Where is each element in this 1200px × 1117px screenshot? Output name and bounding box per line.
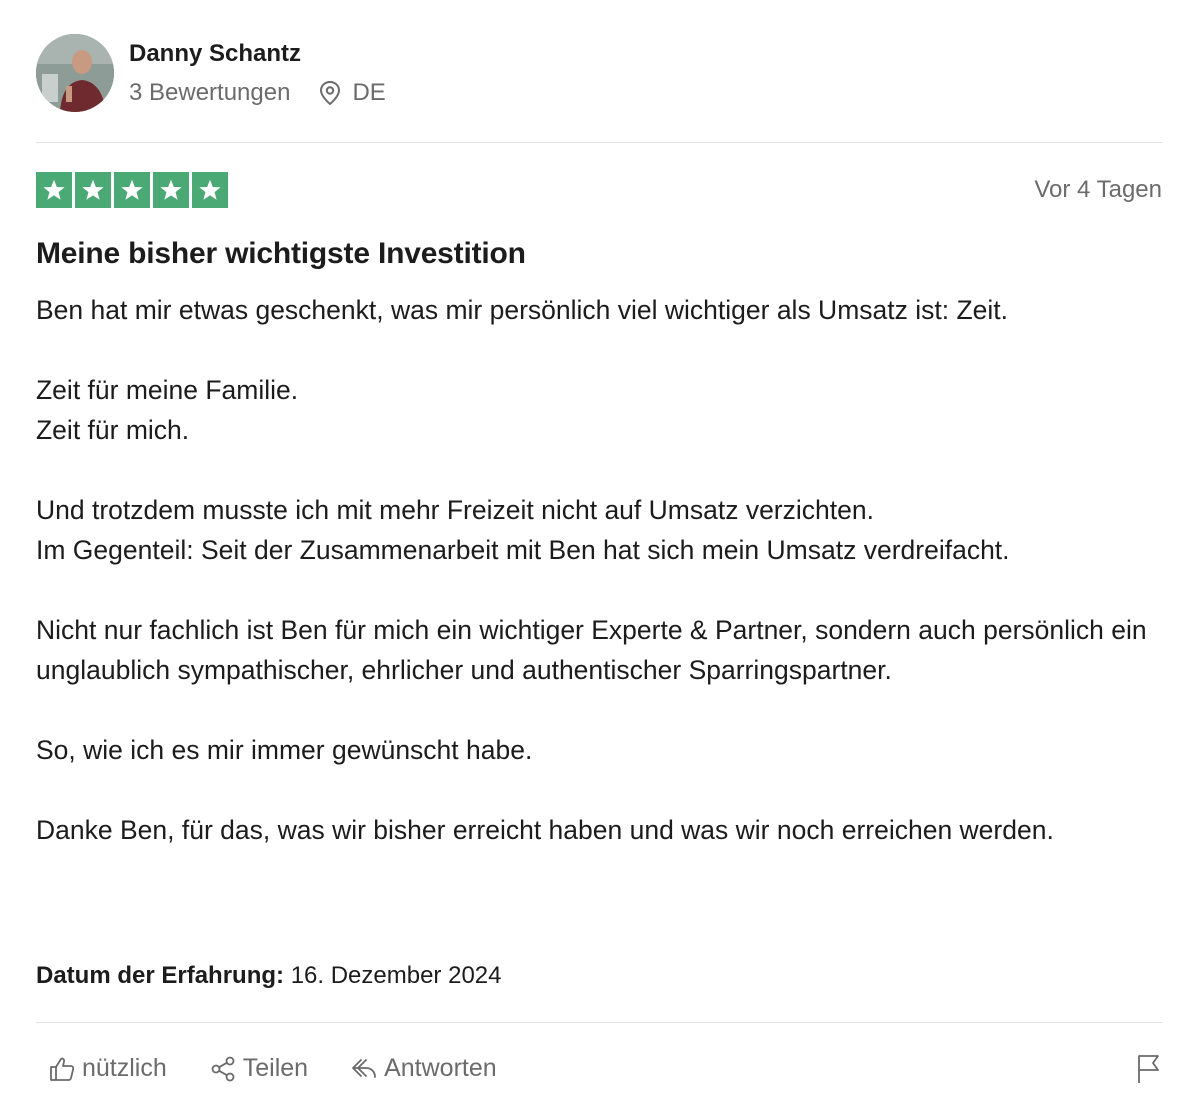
review-line: Nicht nur fachlich ist Ben für mich ein … xyxy=(36,615,1147,685)
thumbs-up-icon xyxy=(50,1057,75,1081)
divider xyxy=(36,1022,1162,1023)
review-card: Danny Schantz 3 Bewertungen DE Vor 4 Tag… xyxy=(36,0,1162,1117)
star-icon xyxy=(75,172,111,208)
report-button[interactable] xyxy=(1136,1053,1162,1090)
star-icon xyxy=(114,172,150,208)
reviewer-location: DE xyxy=(318,79,386,107)
divider xyxy=(36,142,1162,143)
reply-button[interactable]: Antworten xyxy=(350,1054,497,1083)
star-rating xyxy=(36,172,228,208)
reviewer-meta: 3 Bewertungen DE xyxy=(129,79,386,107)
share-icon xyxy=(211,1056,235,1081)
review-paragraph: Und trotzdem musste ich mit mehr Freizei… xyxy=(36,490,1162,570)
review-actions: nützlich Teilen Antworten xyxy=(48,1054,539,1083)
location-pin-icon xyxy=(320,80,341,106)
reviewer-name[interactable]: Danny Schantz xyxy=(129,40,301,68)
reply-icon xyxy=(352,1058,376,1078)
flag-icon xyxy=(1138,1055,1159,1083)
review-line: Im Gegenteil: Seit der Zusammenarbeit mi… xyxy=(36,535,1010,565)
review-paragraph: So, wie ich es mir immer gewünscht habe. xyxy=(36,730,1162,770)
review-body: Ben hat mir etwas geschenkt, was mir per… xyxy=(36,290,1162,890)
useful-label: nützlich xyxy=(82,1054,167,1082)
review-line: Zeit für mich. xyxy=(36,415,190,445)
review-line: Danke Ben, für das, was wir bisher errei… xyxy=(36,815,1054,845)
review-paragraph: Nicht nur fachlich ist Ben für mich ein … xyxy=(36,610,1162,690)
review-line: Ben hat mir etwas geschenkt, was mir per… xyxy=(36,295,1008,325)
reviews-count: 3 Bewertungen xyxy=(129,79,291,106)
review-line: Zeit für meine Familie. xyxy=(36,375,299,405)
avatar[interactable] xyxy=(36,34,114,112)
reply-label: Antworten xyxy=(384,1054,497,1082)
reviewer-country: DE xyxy=(352,79,386,106)
review-line: Und trotzdem musste ich mit mehr Freizei… xyxy=(36,495,874,525)
experience-date-value: 16. Dezember 2024 xyxy=(290,962,502,989)
share-label: Teilen xyxy=(242,1054,309,1082)
experience-label: Datum der Erfahrung: xyxy=(36,962,285,989)
share-button[interactable]: Teilen xyxy=(209,1054,308,1083)
star-icon xyxy=(192,172,228,208)
star-icon xyxy=(153,172,189,208)
review-paragraph: Zeit für meine Familie. Zeit für mich. xyxy=(36,370,1162,450)
useful-button[interactable]: nützlich xyxy=(48,1054,167,1083)
experience-date: Datum der Erfahrung: 16. Dezember 2024 xyxy=(36,962,501,990)
star-icon xyxy=(36,172,72,208)
review-paragraph: Ben hat mir etwas geschenkt, was mir per… xyxy=(36,290,1162,330)
review-line: So, wie ich es mir immer gewünscht habe. xyxy=(36,735,533,765)
review-title[interactable]: Meine bisher wichtigste Investition xyxy=(36,237,526,271)
review-paragraph: Danke Ben, für das, was wir bisher errei… xyxy=(36,810,1162,850)
review-date: Vor 4 Tagen xyxy=(1034,176,1162,203)
reviewer-header: Danny Schantz 3 Bewertungen DE xyxy=(36,34,1162,114)
